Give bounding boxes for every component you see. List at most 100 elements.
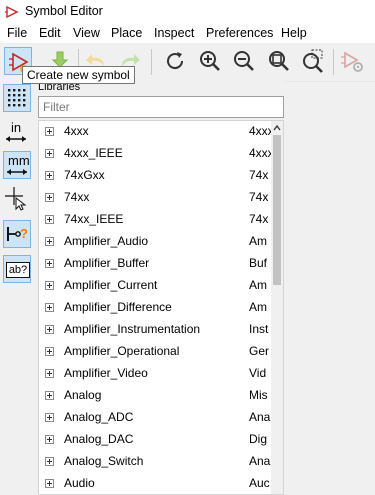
library-tree: 4xxx4xxx4xxx_IEEE4xxx74xGxx74x74xx74x74x…: [38, 120, 284, 495]
expand-icon[interactable]: [45, 347, 54, 356]
library-name: Amplifier_Audio: [64, 234, 149, 248]
library-description: Ana: [249, 410, 271, 424]
libraries-panel: Libraries 4xxx4xxx4xxx_IEEE4xxx74xGxx74x…: [36, 81, 286, 495]
library-row[interactable]: 4xxx 4xxx: [39, 121, 271, 143]
expand-icon[interactable]: [45, 479, 54, 488]
expand-icon[interactable]: [45, 303, 54, 312]
library-name: 74xx: [64, 190, 90, 204]
toolbar-separator: [151, 49, 152, 75]
library-name: 4xxx_IEEE: [64, 146, 123, 160]
library-description: 74x: [249, 168, 269, 182]
left-toolbar: in mm ? ab?: [0, 81, 34, 495]
full-crosshair-button[interactable]: [3, 185, 31, 213]
library-name: Amplifier_Current: [64, 278, 158, 292]
toolbar-separator: [333, 49, 334, 75]
expand-icon[interactable]: [45, 369, 54, 378]
menu-file[interactable]: File: [7, 25, 27, 42]
window-title: Symbol Editor: [25, 4, 103, 18]
library-name: Amplifier_Operational: [64, 344, 180, 358]
expand-icon[interactable]: [45, 193, 54, 202]
library-description: Inst: [249, 322, 269, 336]
pin-question-icon: ?: [7, 226, 28, 241]
library-row[interactable]: Amplifier_Audio Am: [39, 231, 271, 253]
expand-icon[interactable]: [45, 259, 54, 268]
library-name: Analog_ADC: [64, 410, 134, 424]
library-row[interactable]: Analog Mis: [39, 385, 271, 407]
menu-help[interactable]: Help: [281, 25, 307, 42]
library-row[interactable]: Amplifier_Instrumentation Inst: [39, 319, 271, 341]
menu-inspect[interactable]: Inspect: [154, 25, 194, 42]
expand-icon[interactable]: [45, 435, 54, 444]
expand-icon[interactable]: [45, 281, 54, 290]
zoom-out-icon: [234, 51, 254, 71]
menu-place[interactable]: Place: [111, 25, 142, 42]
width-arrow-icon: [7, 169, 27, 175]
grid-toggle-button[interactable]: [3, 84, 31, 112]
text-tool-label: ab?: [6, 262, 30, 278]
width-arrow-icon: [6, 136, 26, 142]
menu-preferences[interactable]: Preferences: [206, 25, 273, 42]
library-row[interactable]: Audio Auc: [39, 473, 271, 494]
zoom-in-button[interactable]: [196, 47, 224, 75]
zoom-fit-icon: [269, 51, 289, 71]
text-check-button[interactable]: ab?: [3, 255, 31, 283]
scrollbar-thumb[interactable]: [273, 135, 281, 285]
library-name: Amplifier_Video: [64, 366, 148, 380]
zoom-in-icon: [200, 51, 220, 71]
library-description: Am: [249, 234, 267, 248]
expand-icon[interactable]: [45, 149, 54, 158]
library-name: Amplifier_Buffer: [64, 256, 150, 270]
library-description: Am: [249, 278, 267, 292]
zoom-out-button[interactable]: [230, 47, 258, 75]
zoom-selection-button[interactable]: [299, 47, 327, 75]
library-description: Buf: [249, 256, 268, 270]
expand-icon[interactable]: [45, 215, 54, 224]
library-row[interactable]: Analog_DAC Dig: [39, 429, 271, 451]
library-description: Ger: [249, 344, 270, 358]
menu-view[interactable]: View: [73, 25, 100, 42]
library-description: 74x: [249, 190, 269, 204]
library-row[interactable]: Amplifier_Operational Ger: [39, 341, 271, 363]
library-row[interactable]: Analog_Switch Ana: [39, 451, 271, 473]
pin-electrical-type-button[interactable]: ?: [3, 220, 31, 248]
library-name: Analog_Switch: [64, 454, 144, 468]
library-name: 4xxx: [64, 124, 89, 138]
library-row[interactable]: Analog_ADC Ana: [39, 407, 271, 429]
library-row[interactable]: 4xxx_IEEE 4xxx: [39, 143, 271, 165]
library-row[interactable]: 74xx_IEEE 74x: [39, 209, 271, 231]
library-row[interactable]: Amplifier_Difference Am: [39, 297, 271, 319]
library-row[interactable]: Amplifier_Current Am: [39, 275, 271, 297]
scroll-up-arrow-icon[interactable]: [273, 124, 281, 132]
expand-icon[interactable]: [45, 413, 54, 422]
menu-edit[interactable]: Edit: [39, 25, 61, 42]
filter-input[interactable]: [38, 96, 284, 118]
library-name: Amplifier_Instrumentation: [64, 322, 201, 336]
library-name: Analog: [64, 388, 102, 402]
library-name: Amplifier_Difference: [64, 300, 172, 314]
vertical-scrollbar[interactable]: [271, 121, 283, 494]
symbol-properties-button[interactable]: [338, 47, 366, 75]
library-row[interactable]: Amplifier_Buffer Buf: [39, 253, 271, 275]
units-inch-button[interactable]: in: [3, 119, 31, 147]
svg-text:?: ?: [20, 226, 28, 241]
crosshair-cursor-icon: [5, 187, 27, 211]
expand-icon[interactable]: [45, 391, 54, 400]
zoom-fit-button[interactable]: [265, 47, 293, 75]
expand-icon[interactable]: [45, 457, 54, 466]
units-mm-button[interactable]: mm: [3, 151, 31, 179]
zoom-selection-icon: [303, 49, 323, 73]
expand-icon[interactable]: [45, 171, 54, 180]
library-name: Audio: [64, 476, 95, 490]
library-description: Auc: [249, 476, 270, 490]
expand-icon[interactable]: [45, 325, 54, 334]
expand-icon[interactable]: [45, 237, 54, 246]
library-description: 4xxx: [249, 124, 271, 138]
menu-bar: File Edit View Place Inspect Preferences…: [0, 24, 375, 43]
expand-icon[interactable]: [45, 127, 54, 136]
library-row[interactable]: Amplifier_Video Vid: [39, 363, 271, 385]
refresh-button[interactable]: [161, 47, 189, 75]
library-row[interactable]: 74xx 74x: [39, 187, 271, 209]
library-description: Ana: [249, 454, 271, 468]
symbol-properties-icon: [341, 51, 363, 72]
library-row[interactable]: 74xGxx 74x: [39, 165, 271, 187]
